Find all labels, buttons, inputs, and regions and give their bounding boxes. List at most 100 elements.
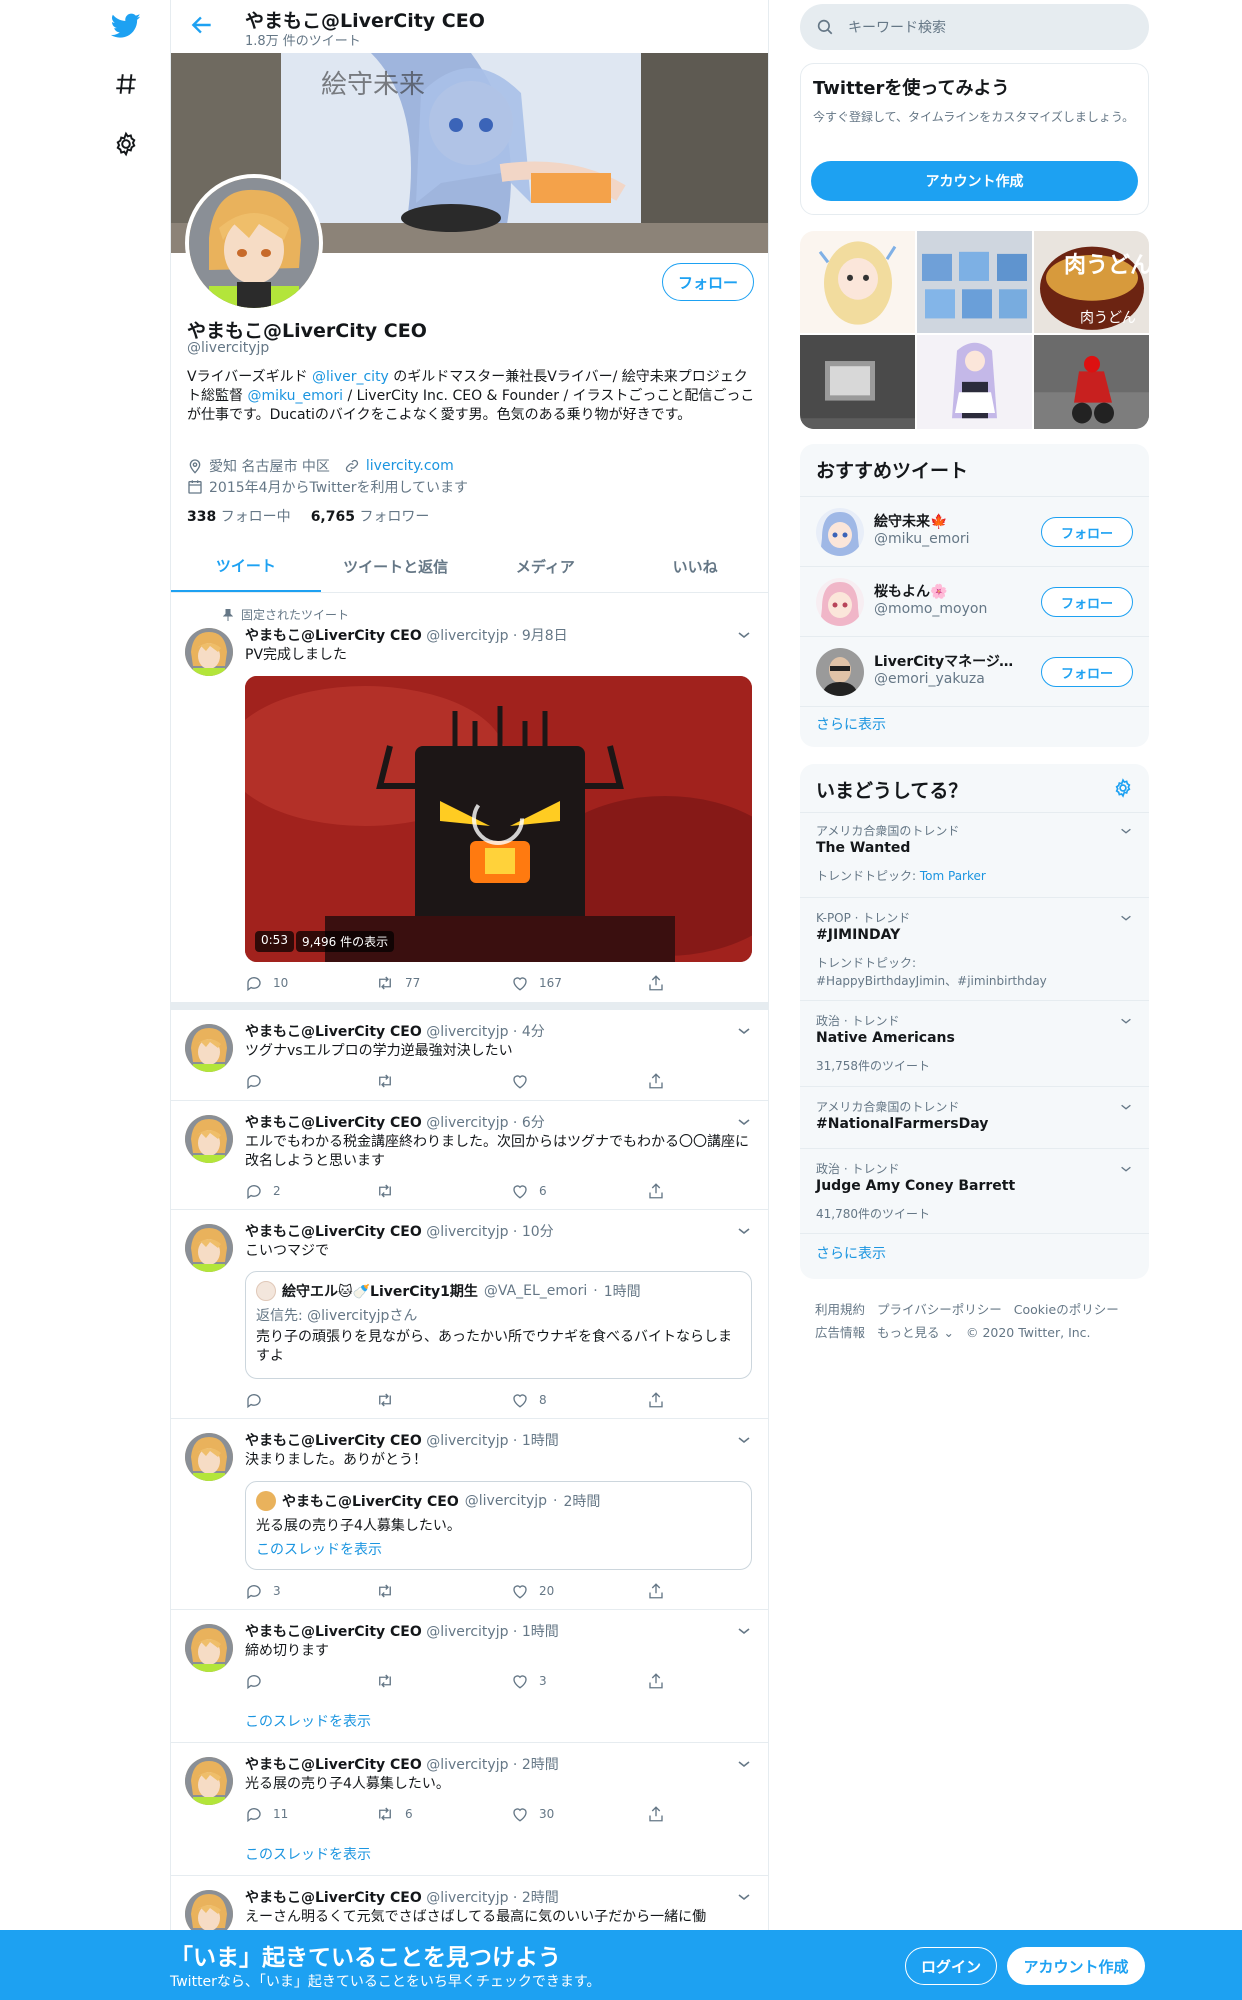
- chevron-down-icon[interactable]: [736, 1114, 752, 1130]
- bio-mention-link[interactable]: @miku_emori: [247, 388, 343, 404]
- tweet-pinned[interactable]: 固定されたツイート やまもこ@LiverCity CEO @livercityj…: [171, 594, 768, 1006]
- show-more-link[interactable]: さらに表示: [816, 1243, 886, 1263]
- retweet-button[interactable]: [375, 1582, 405, 1600]
- search-box[interactable]: キーワード検索: [800, 4, 1149, 50]
- tweet-time[interactable]: 2時間: [522, 1890, 559, 1906]
- footer-link[interactable]: Cookieのポリシー: [1014, 1302, 1119, 1317]
- share-button[interactable]: [647, 1072, 665, 1090]
- tweet-avatar[interactable]: [185, 628, 233, 676]
- tweet-avatar[interactable]: [185, 1024, 233, 1072]
- show-thread-link[interactable]: このスレッドを表示: [245, 1844, 371, 1864]
- media-thumbnail[interactable]: [800, 335, 915, 429]
- profile-avatar[interactable]: [185, 174, 323, 312]
- follow-button[interactable]: フォロー: [1041, 587, 1133, 617]
- reply-button[interactable]: 2: [245, 1182, 281, 1200]
- tweet-with-quote[interactable]: やまもこ@LiverCity CEO @livercityjp · 1時間 決ま…: [171, 1419, 768, 1610]
- reply-button[interactable]: 3: [245, 1582, 281, 1600]
- like-button[interactable]: 3: [511, 1672, 547, 1690]
- retweet-button[interactable]: [375, 1672, 405, 1690]
- show-thread-link[interactable]: このスレッドを表示: [245, 1711, 371, 1731]
- trend-item[interactable]: アメリカ合衆国のトレンド The Wanted トレンドトピック: Tom Pa…: [800, 812, 1149, 897]
- reply-button[interactable]: [245, 1072, 273, 1090]
- signup-button[interactable]: アカウント作成: [1007, 1947, 1145, 1985]
- like-button[interactable]: 6: [511, 1182, 547, 1200]
- share-button[interactable]: [647, 1182, 665, 1200]
- media-thumbnail[interactable]: [1034, 335, 1149, 429]
- media-thumbnail[interactable]: 肉うどん 肉うどん: [1034, 231, 1149, 333]
- tweet-time[interactable]: 2時間: [522, 1757, 559, 1773]
- media-thumbnail[interactable]: [800, 231, 915, 333]
- chevron-down-icon[interactable]: [736, 1623, 752, 1639]
- follow-button[interactable]: フォロー: [1041, 657, 1133, 687]
- tweet-avatar[interactable]: [185, 1624, 233, 1672]
- tweet-time[interactable]: 9月8日: [522, 628, 568, 644]
- chevron-down-icon[interactable]: [1119, 1161, 1133, 1175]
- trend-item[interactable]: 政治 · トレンド Native Americans 31,758件のツイート: [800, 1000, 1149, 1086]
- hashtag-icon[interactable]: [110, 68, 142, 100]
- trend-item[interactable]: 政治 · トレンド Judge Amy Coney Barrett 41,780…: [800, 1148, 1149, 1233]
- trend-subtitle-link[interactable]: #HappyBirthdayJimin、#jiminbirthday: [816, 972, 1047, 989]
- bio-mention-link[interactable]: @liver_city: [312, 369, 389, 385]
- quoted-tweet[interactable]: やまもこ@LiverCity CEO @livercityjp · 2時間 光る展の…: [245, 1481, 752, 1570]
- trend-item[interactable]: K-POP · トレンド #JIMINDAY トレンドトピック: #HappyB…: [800, 897, 1149, 1000]
- tweet-avatar[interactable]: [185, 1115, 233, 1163]
- tweet-time[interactable]: 1時間: [522, 1624, 559, 1640]
- share-button[interactable]: [647, 1805, 665, 1823]
- tweet[interactable]: やまもこ@LiverCity CEO @livercityjp · 1時間 締め…: [171, 1610, 768, 1743]
- tweet-time[interactable]: 1時間: [522, 1433, 559, 1449]
- reply-button[interactable]: [245, 1672, 273, 1690]
- avatar[interactable]: [816, 648, 864, 696]
- share-button[interactable]: [647, 1391, 665, 1409]
- like-button[interactable]: 167: [511, 974, 562, 992]
- reply-button[interactable]: 11: [245, 1805, 288, 1823]
- tab-media[interactable]: メディア: [471, 540, 621, 592]
- reply-button[interactable]: 10: [245, 974, 288, 992]
- create-account-button[interactable]: アカウント作成: [811, 161, 1138, 201]
- following-stat[interactable]: 338 フォロー中: [187, 506, 291, 526]
- tweet-time[interactable]: 4分: [522, 1024, 545, 1040]
- suggested-user[interactable]: LiverCityマネージャ… @emori_yakuza フォロー: [800, 636, 1149, 706]
- tweet-video[interactable]: 0:53 9,496 件の表示: [245, 676, 752, 962]
- tweet-avatar[interactable]: [185, 1757, 233, 1805]
- chevron-down-icon[interactable]: [736, 1432, 752, 1448]
- share-button[interactable]: [647, 974, 665, 992]
- retweet-button[interactable]: [375, 1182, 405, 1200]
- chevron-down-icon[interactable]: [1119, 910, 1133, 924]
- follow-button[interactable]: フォロー: [1041, 517, 1133, 547]
- like-button[interactable]: [511, 1072, 539, 1090]
- chevron-down-icon[interactable]: [736, 1756, 752, 1772]
- tab-tweets-and-replies[interactable]: ツイートと返信: [321, 540, 471, 592]
- tweet-time[interactable]: 10分: [522, 1224, 554, 1240]
- tweet-time[interactable]: 6分: [522, 1115, 545, 1131]
- tweet[interactable]: やまもこ@LiverCity CEO @livercityjp · 2時間 光る…: [171, 1743, 768, 1876]
- back-arrow-icon[interactable]: [189, 12, 217, 40]
- quote-show-thread-link[interactable]: このスレッドを表示: [256, 1539, 382, 1559]
- follow-button[interactable]: フォロー: [662, 263, 754, 301]
- footer-link[interactable]: もっと見る ⌄: [877, 1325, 954, 1340]
- footer-link[interactable]: 広告情報: [815, 1325, 865, 1340]
- trend-item[interactable]: アメリカ合衆国のトレンド #NationalFarmersDay: [800, 1086, 1149, 1148]
- like-button[interactable]: 20: [511, 1582, 554, 1600]
- footer-link[interactable]: プライバシーポリシー: [877, 1302, 1002, 1317]
- share-button[interactable]: [647, 1672, 665, 1690]
- settings-icon[interactable]: [1113, 778, 1133, 802]
- tab-tweets[interactable]: ツイート: [171, 540, 321, 592]
- avatar[interactable]: [816, 578, 864, 626]
- media-thumbnail[interactable]: [917, 335, 1032, 429]
- like-button[interactable]: 30: [511, 1805, 554, 1823]
- retweet-button[interactable]: [375, 1072, 405, 1090]
- quoted-tweet[interactable]: 絵守エル🐱🍼LiverCity1期生 @VA_EL_emori · 1時間 返信先:…: [245, 1271, 752, 1379]
- chevron-down-icon[interactable]: [736, 1223, 752, 1239]
- settings-icon[interactable]: [110, 128, 142, 160]
- suggested-user[interactable]: 桜もよん🌸 @momo_moyon フォロー: [800, 566, 1149, 636]
- chevron-down-icon[interactable]: [736, 627, 752, 643]
- retweet-button[interactable]: [375, 1391, 405, 1409]
- profile-website-link[interactable]: livercity.com: [366, 458, 454, 474]
- tweet-with-quote[interactable]: やまもこ@LiverCity CEO @livercityjp · 10分 こい…: [171, 1210, 768, 1419]
- login-button[interactable]: ログイン: [905, 1947, 997, 1985]
- tab-likes[interactable]: いいね: [620, 540, 768, 592]
- like-button[interactable]: 8: [511, 1391, 547, 1409]
- search-input[interactable]: キーワード検索: [848, 17, 946, 37]
- suggested-user[interactable]: 絵守未来🍁 @miku_emori フォロー: [800, 496, 1149, 566]
- followers-stat[interactable]: 6,765 フォロワー: [311, 506, 430, 526]
